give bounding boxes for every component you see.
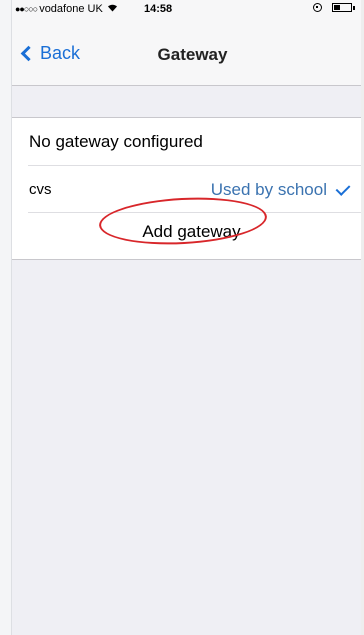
page-title: Gateway (157, 45, 228, 64)
status-left: ●●○○○ vodafone UK (15, 3, 123, 15)
status-right (313, 3, 355, 12)
status-time: 14:58 (144, 3, 173, 15)
gateway-list: No gateway configured cvs Used by school… (12, 117, 361, 260)
list-item-no-gateway[interactable]: No gateway configured (12, 118, 361, 165)
list-item-label: cvs (29, 181, 52, 198)
checkmark-icon (335, 181, 351, 196)
signal-strength-icon: ●●○○○ (15, 4, 38, 14)
list-item-label: No gateway configured (29, 132, 203, 151)
list-item-detail: Used by school (210, 180, 327, 199)
navigation-bar: Back Gateway (12, 20, 361, 86)
list-item-cvs[interactable]: cvs Used by school (12, 165, 361, 212)
status-bar: ●●○○○ vodafone UK 14:58 (12, 0, 361, 20)
battery-tip-icon (353, 5, 355, 10)
device-bezel-left (0, 0, 12, 635)
add-gateway-button[interactable]: Add gateway (12, 212, 361, 259)
battery-level-fill (334, 5, 340, 10)
carrier-name: vodafone UK (39, 3, 103, 15)
add-gateway-label: Add gateway (142, 222, 241, 241)
battery-icon (332, 3, 352, 12)
screen: ●●○○○ vodafone UK 14:58 Back Gateway No … (0, 0, 364, 635)
phone-screen: ●●○○○ vodafone UK 14:58 Back Gateway No … (12, 0, 361, 635)
rotation-lock-icon (313, 3, 322, 12)
wifi-icon (107, 3, 118, 15)
